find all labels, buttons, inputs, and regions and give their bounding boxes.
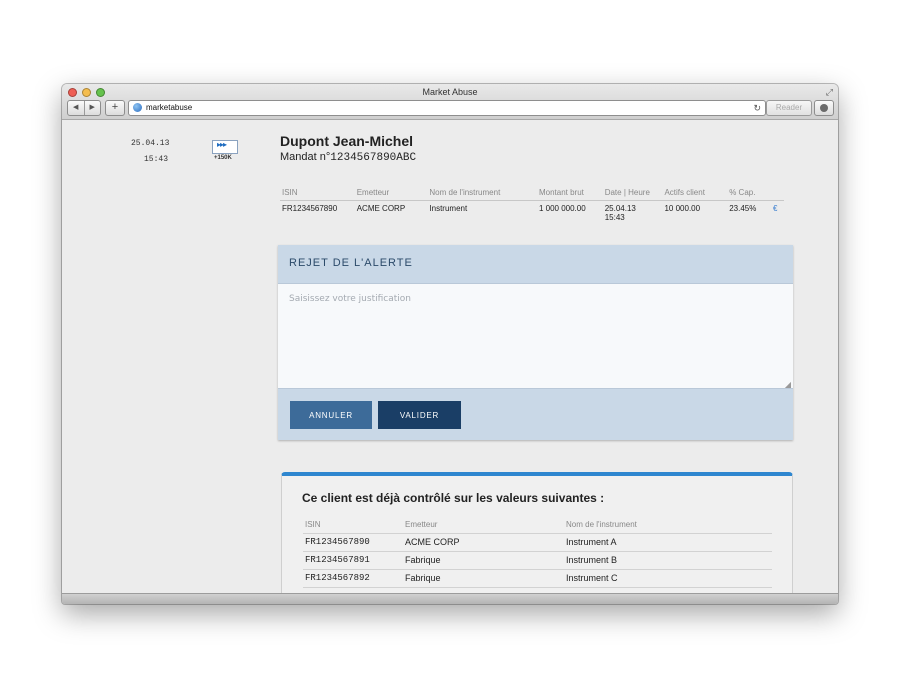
alert-date: 25.04.13	[131, 139, 170, 148]
history-buttons: ◀ ▶	[67, 100, 101, 116]
header-actifs: Actifs client	[664, 188, 705, 197]
triple-chevron-icon	[212, 140, 238, 154]
cancel-button[interactable]: ANNULER	[290, 401, 372, 429]
controlled-panel-title: Ce client est déjà contrôlé sur les vale…	[302, 491, 605, 505]
cell-nom: Instrument B	[566, 555, 618, 565]
cell-heure: 15:43	[604, 213, 625, 222]
header-isin: ISIN	[305, 520, 321, 529]
globe-icon	[133, 103, 142, 112]
header-montant: Montant brut	[538, 188, 584, 197]
cell-date: 25.04.13	[604, 204, 636, 213]
title-bar: Market Abuse ⤢ ◀ ▶ + marketabuse ↻ Reade…	[62, 84, 838, 120]
table-row: FR1234567890 ACME CORP Instrument 1 000 …	[280, 201, 784, 222]
controlled-values-panel: Ce client est déjà contrôlé sur les vale…	[281, 472, 793, 594]
cell-emetteur: Fabrique	[405, 555, 441, 565]
reload-icon[interactable]: ↻	[753, 101, 761, 115]
mandat-number: 1234567890ABC	[330, 152, 417, 164]
justification-input[interactable]	[278, 283, 793, 389]
header-nom: Nom de l'instrument	[566, 520, 637, 529]
table-row[interactable]: FR1234567892 Fabrique Instrument C	[303, 570, 772, 588]
resize-handle-icon[interactable]: ◢	[785, 380, 791, 389]
back-button[interactable]: ◀	[68, 101, 84, 115]
url-text[interactable]: marketabuse	[146, 102, 192, 114]
alert-time: 15:43	[144, 155, 169, 164]
cell-emetteur: ACME CORP	[405, 537, 460, 547]
header-date: Date | Heure	[604, 188, 650, 197]
cell-isin: FR1234567892	[305, 573, 370, 583]
client-name: Dupont Jean-Michel	[280, 133, 414, 149]
header-emetteur: Emetteur	[356, 188, 390, 197]
window-title: Market Abuse	[422, 87, 478, 97]
cell-cap: 23.45%	[729, 204, 757, 213]
cell-emetteur: Fabrique	[405, 573, 441, 583]
cell-actifs: 10 000.00	[664, 204, 701, 213]
cell-montant: 1 000 000.00	[538, 204, 586, 213]
header-emetteur: Emetteur	[405, 520, 438, 529]
cell-isin: FR1234567891	[305, 555, 370, 565]
cell-nom: Instrument C	[566, 573, 618, 583]
cell-isin: FR1234567890	[282, 204, 338, 213]
header-isin: ISIN	[282, 188, 298, 197]
reject-panel-title: REJET DE L'ALERTE	[289, 257, 413, 269]
header-nom: Nom de l'instrument	[429, 188, 501, 197]
mandat-prefix: Mandat n°	[280, 151, 331, 163]
validate-button[interactable]: VALIDER	[378, 401, 461, 429]
window-bottom-bar	[62, 593, 838, 604]
mandat-line: Mandat n°1234567890ABC	[280, 151, 416, 164]
currency-icon: €	[773, 204, 778, 213]
page-content: 25.04.13 15:43 +150K Dupont Jean-Michel …	[62, 120, 838, 594]
browser-window: Market Abuse ⤢ ◀ ▶ + marketabuse ↻ Reade…	[62, 84, 838, 604]
reader-button[interactable]: Reader	[766, 100, 812, 116]
header-cap: % Cap.	[729, 188, 756, 197]
download-icon[interactable]	[814, 100, 834, 116]
reject-alert-panel: REJET DE L'ALERTE ◢ ANNULER VALIDER	[278, 245, 793, 440]
new-tab-button[interactable]: +	[105, 100, 125, 116]
instrument-table: ISIN Emetteur Nom de l'instrument Montan…	[280, 188, 784, 222]
forward-button[interactable]: ▶	[83, 101, 101, 115]
table-header: ISIN Emetteur Nom de l'instrument	[303, 520, 772, 534]
table-header: ISIN Emetteur Nom de l'instrument Montan…	[280, 188, 784, 201]
cell-nom: Instrument	[429, 204, 468, 213]
address-bar[interactable]: marketabuse ↻	[128, 100, 766, 116]
table-row[interactable]: FR1234567891 Fabrique Instrument B	[303, 552, 772, 570]
cell-emetteur: ACME CORP	[356, 204, 406, 213]
cell-nom: Instrument A	[566, 537, 617, 547]
cell-isin: FR1234567890	[305, 537, 370, 547]
table-row[interactable]: FR1234567890 ACME CORP Instrument A	[303, 534, 772, 552]
controlled-table: ISIN Emetteur Nom de l'instrument FR1234…	[303, 520, 772, 588]
fullscreen-icon[interactable]: ⤢	[826, 87, 833, 98]
flow-amount: +150K	[214, 155, 232, 161]
cell-date-heure: 25.04.13 15:43	[605, 204, 665, 222]
